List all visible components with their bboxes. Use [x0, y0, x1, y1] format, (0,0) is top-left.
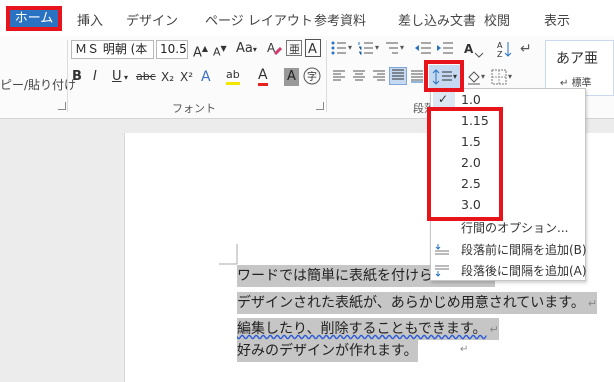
grow-font-icon[interactable]: A▲ [193, 40, 208, 62]
tab-insert[interactable]: 挿入 [77, 10, 103, 29]
sort-icon[interactable]: A [464, 40, 484, 64]
svg-text:亜: 亜 [289, 43, 300, 56]
underline-dropdown-icon[interactable]: ▾ [124, 69, 128, 87]
bullets-icon[interactable]: ▾ [331, 40, 355, 62]
tab-view[interactable]: 表示 [544, 10, 570, 29]
text-effects-icon[interactable]: A [201, 68, 211, 86]
group-separator [67, 40, 68, 112]
style-name-label: ↵ 標準 [560, 78, 592, 89]
doc-line-2[interactable]: デザインされた表紙が、あらかじめ用意されています。 ↵ [237, 292, 597, 314]
phonetic-guide-icon[interactable]: 亜 [286, 40, 302, 62]
tab-references[interactable]: 参考資料 [314, 10, 366, 29]
font-dialog-launcher-icon[interactable] [316, 102, 324, 110]
add-space-before-icon [435, 244, 449, 255]
add-space-after-item[interactable]: 段落後に間隔を追加(A) [461, 262, 587, 279]
align-left-icon[interactable] [332, 69, 346, 89]
sort-az-icon[interactable]: AZ [497, 40, 513, 64]
svg-text:A: A [308, 42, 317, 57]
line-spacing-button-highlight [424, 60, 464, 92]
svg-text:字: 字 [307, 70, 317, 83]
subscript-button[interactable]: X₂ [161, 68, 174, 86]
strikethrough-button[interactable]: abc [136, 68, 156, 86]
highlight-color-icon[interactable]: ab [226, 68, 240, 85]
check-icon: ✓ [438, 92, 449, 106]
shrink-font-icon[interactable]: A▼ [213, 40, 227, 62]
tab-home[interactable]: ホーム [6, 6, 62, 31]
show-marks-icon[interactable]: ↵ [520, 40, 532, 58]
svg-text:▾: ▾ [375, 43, 379, 52]
doc-line-3[interactable]: 編集したり、削除することもできます。 ↵ [237, 318, 499, 340]
add-space-before-item[interactable]: 段落前に間隔を追加(B) [461, 241, 587, 258]
style-sample-text: あア亜 [556, 51, 598, 67]
svg-text:Z: Z [497, 50, 503, 58]
multilevel-list-icon[interactable]: ▾ [385, 40, 407, 62]
numbering-icon[interactable]: ▾ [358, 40, 382, 62]
underline-button[interactable]: U [112, 68, 122, 86]
line-spacing-option-1-0[interactable]: 1.0 [461, 92, 481, 107]
font-name-combo[interactable]: ＭＳ 明朝 (本 [71, 40, 154, 59]
enclose-chars-icon[interactable]: 字 [303, 67, 321, 91]
add-space-after-icon [435, 265, 449, 277]
italic-button[interactable]: I [93, 68, 97, 86]
page-corner-mark-icon [219, 244, 238, 265]
svg-text:A: A [464, 42, 474, 56]
decrease-indent-icon[interactable] [414, 40, 432, 62]
paste-button-label[interactable]: ピー/貼り付け [0, 76, 76, 93]
svg-text:▾: ▾ [400, 43, 404, 52]
ribbon-tab-bar: ホーム 挿入 デザイン ページ レイアウト 参考資料 差し込み文書 校閲 表示 [0, 0, 614, 36]
tab-mailings[interactable]: 差し込み文書 [398, 10, 476, 29]
distribute-icon[interactable] [410, 69, 424, 89]
tab-design[interactable]: デザイン [126, 10, 178, 29]
align-center-icon[interactable] [352, 69, 366, 89]
svg-text:▾: ▾ [508, 72, 512, 81]
group-separator [326, 40, 327, 112]
change-case-icon[interactable]: Aa▾ [236, 40, 257, 59]
clear-format-icon[interactable]: A [266, 40, 283, 62]
font-color-icon[interactable]: A [258, 68, 268, 86]
svg-text:▾: ▾ [348, 43, 352, 52]
line-spacing-options-item[interactable]: 行間のオプション... [461, 219, 568, 236]
superscript-button[interactable]: X² [180, 68, 193, 86]
align-right-icon[interactable] [372, 69, 386, 89]
increase-indent-icon[interactable] [436, 40, 454, 62]
options-highlight [427, 107, 503, 221]
font-group-label: フォント [172, 102, 216, 115]
bold-button[interactable]: B [72, 68, 82, 86]
justify-icon[interactable] [389, 67, 407, 85]
char-shading-icon[interactable]: A [284, 68, 299, 86]
svg-text:A: A [497, 41, 503, 50]
svg-text:▾: ▾ [481, 72, 485, 81]
doc-line-4[interactable]: 好みのデザインが作れます。 [237, 340, 418, 362]
tab-page-layout[interactable]: ページ レイアウト [205, 10, 313, 29]
paragraph-mark-end: ↵ [460, 344, 469, 355]
char-border-icon[interactable]: A [305, 39, 321, 63]
font-size-combo[interactable]: 10.5 [156, 40, 188, 59]
clipboard-dialog-launcher-icon[interactable] [58, 102, 66, 110]
tab-review[interactable]: 校閲 [484, 10, 510, 29]
